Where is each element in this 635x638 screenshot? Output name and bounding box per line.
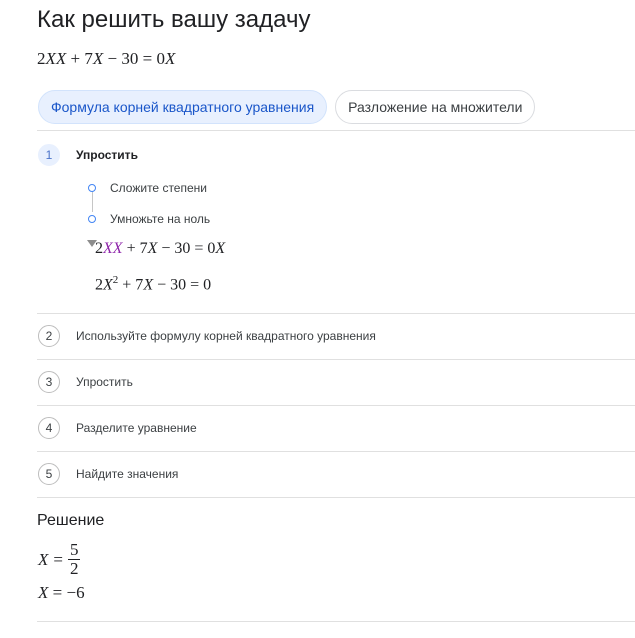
eq-term: + 7: [122, 276, 144, 294]
step-1-equation-before: 2XX + 7X − 30 = 0X: [95, 240, 225, 258]
eq-coef: 2: [95, 240, 103, 257]
tab-quadratic-formula[interactable]: Формула корней квадратного уравнения: [38, 90, 328, 124]
step-1-label[interactable]: Упростить: [76, 148, 138, 162]
solution-heading: Решение: [37, 512, 105, 529]
solution-value: = −6: [52, 583, 85, 602]
divider: [37, 621, 635, 622]
page-title: Как решить вашу задачу: [37, 6, 311, 33]
divider: [37, 313, 635, 314]
problem-equation: 2XX + 7X − 30 = 0X: [37, 49, 175, 69]
eq-term: + 7: [70, 49, 93, 68]
eq-coef: 2: [37, 49, 46, 68]
tab-factoring[interactable]: Разложение на множители: [335, 90, 536, 124]
step-4-label[interactable]: Разделите уравнение: [76, 421, 197, 435]
step-5-label[interactable]: Найдите значения: [76, 467, 178, 481]
step-4-number[interactable]: 4: [38, 417, 60, 439]
eq-exponent: 2: [112, 274, 119, 286]
solution-x2: X = −6: [38, 583, 85, 603]
divider: [37, 451, 635, 452]
solution-x1: X = 5 2: [38, 540, 81, 578]
highlighted-var: X: [112, 240, 123, 257]
step-5-number[interactable]: 5: [38, 463, 60, 485]
step-3-label[interactable]: Упростить: [76, 375, 133, 389]
step-1-equation-after: 2X2 + 7X − 30 = 0: [95, 274, 211, 294]
solution-var: X: [38, 549, 49, 569]
eq-var: X: [45, 49, 56, 68]
divider: [37, 130, 635, 131]
eq-var: X: [147, 240, 158, 257]
substep-dot[interactable]: [88, 184, 96, 192]
eq-term: + 7: [126, 240, 148, 257]
highlighted-var: X: [103, 240, 113, 257]
method-tabs: Формула корней квадратного уравнения Раз…: [38, 90, 536, 124]
fraction-denominator: 2: [69, 559, 79, 578]
eq-term: − 30 = 0: [161, 240, 216, 257]
step-1-number[interactable]: 1: [38, 144, 60, 166]
eq-var: X: [92, 49, 104, 68]
solution-fraction: 5 2: [67, 540, 81, 578]
eq-var: X: [55, 49, 67, 68]
substep-add-exponents[interactable]: Сложите степени: [110, 181, 207, 195]
eq-var: X: [143, 276, 154, 294]
divider: [37, 405, 635, 406]
eq-term: − 30 = 0: [157, 276, 212, 294]
solution-equals: =: [53, 549, 63, 569]
fraction-numerator: 5: [67, 540, 81, 560]
eq-var: X: [164, 49, 176, 68]
step-3-number[interactable]: 3: [38, 371, 60, 393]
step-2-label[interactable]: Используйте формулу корней квадратного у…: [76, 329, 376, 343]
solution-var: X: [38, 583, 49, 602]
substep-multiply-by-zero[interactable]: Умножьте на ноль: [110, 212, 210, 226]
step-2-number[interactable]: 2: [38, 325, 60, 347]
eq-term: − 30 = 0: [107, 49, 165, 68]
eq-var: X: [103, 276, 113, 294]
divider: [37, 359, 635, 360]
substep-dot[interactable]: [88, 215, 96, 223]
eq-coef: 2: [95, 276, 103, 294]
divider: [37, 497, 635, 498]
eq-var: X: [215, 240, 226, 257]
